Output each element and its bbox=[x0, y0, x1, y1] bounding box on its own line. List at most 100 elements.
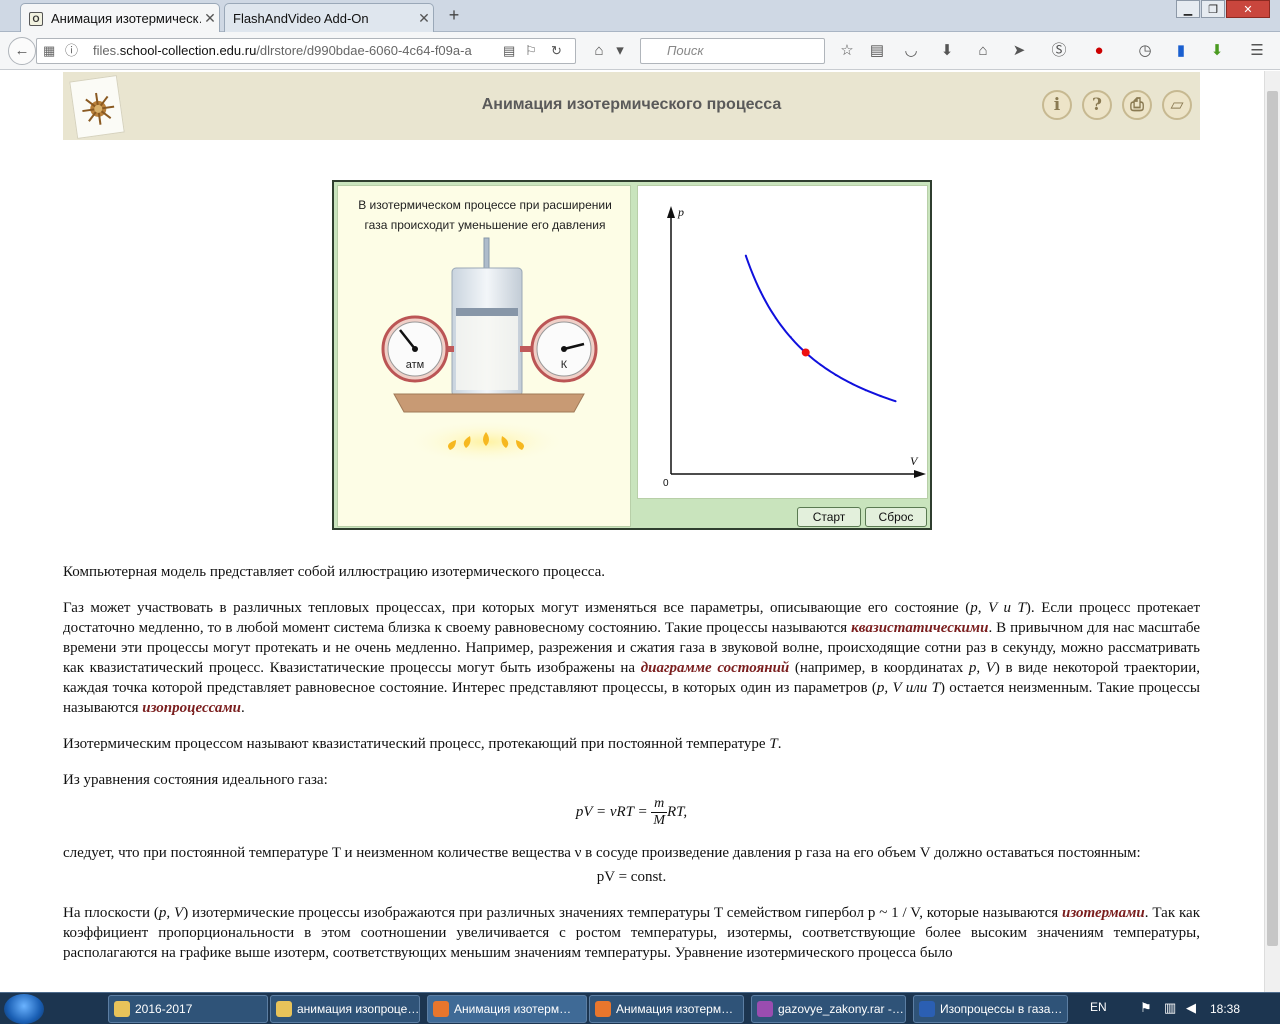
navigation-bar: ← ▦ ⓘ files.school-collection.edu.ru/dlr… bbox=[0, 32, 1280, 90]
pocket-icon[interactable]: ◡ bbox=[898, 38, 924, 64]
adblock-icon[interactable]: ● bbox=[1086, 38, 1112, 64]
network-icon[interactable]: ▥ bbox=[1164, 1000, 1176, 1016]
maximize-icon[interactable]: ❐ bbox=[1201, 0, 1225, 18]
text: Газ может участвовать в различных теплов… bbox=[63, 600, 971, 616]
scrollbar-thumb[interactable] bbox=[1267, 91, 1278, 946]
term-link-diagram[interactable]: диаграмме состояний bbox=[641, 660, 790, 676]
language-indicator[interactable]: EN bbox=[1090, 1000, 1107, 1014]
print-icon[interactable]: ⎙ bbox=[1122, 90, 1152, 120]
var-t: T bbox=[769, 736, 778, 752]
url-bar[interactable]: ▦ ⓘ files.school-collection.edu.ru/dlrst… bbox=[36, 38, 576, 64]
history-icon[interactable]: ◷ bbox=[1132, 38, 1158, 64]
reset-button[interactable]: Сброс bbox=[865, 507, 927, 527]
start-button[interactable]: Старт bbox=[797, 507, 861, 527]
article: Компьютерная модель представляет собой и… bbox=[63, 562, 1200, 979]
current-state-marker bbox=[801, 348, 810, 357]
taskbar-item[interactable]: gazovye_zakony.rar -… bbox=[751, 995, 906, 1023]
paragraph-isotherms: На плоскости (p, V) изотермические проце… bbox=[63, 903, 1200, 963]
download-icon[interactable]: ⬇ bbox=[934, 38, 960, 64]
taskbar-item[interactable]: 2016-2017 bbox=[108, 995, 268, 1023]
flag-icon[interactable]: ⚑ bbox=[1140, 1000, 1152, 1016]
piston bbox=[456, 308, 518, 316]
isotherm-point bbox=[834, 374, 837, 377]
text: Изотермическим процессом называют квазис… bbox=[63, 736, 770, 752]
home-page-icon[interactable]: ⌂ bbox=[970, 38, 996, 64]
formula-left: pV = νRT = bbox=[575, 803, 652, 820]
formula-right: RT, bbox=[667, 803, 688, 820]
reload-icon[interactable]: ↻ bbox=[551, 39, 562, 63]
term-link-isotherms[interactable]: изотермами bbox=[1062, 905, 1145, 921]
bookmarks-list-icon[interactable]: ▤ bbox=[864, 38, 890, 64]
tab-label: Анимация изотермическ… bbox=[51, 11, 201, 26]
text: . bbox=[240, 700, 245, 716]
clock[interactable]: 18:38 bbox=[1210, 1002, 1240, 1016]
download-helper-icon[interactable]: ⬇ bbox=[1204, 38, 1230, 64]
term-link-isoprocess[interactable]: изопроцессами bbox=[142, 700, 241, 716]
taskbar-label: gazovye_zakony.rar -… bbox=[778, 1002, 904, 1016]
close-tab-icon[interactable]: ✕ bbox=[415, 10, 433, 27]
x-axis-label: V bbox=[910, 454, 919, 468]
star-icon[interactable]: ☆ bbox=[834, 38, 860, 64]
taskbar-label: 2016-2017 bbox=[135, 1002, 193, 1016]
gauge-unit-k: К bbox=[561, 359, 568, 371]
folder-icon bbox=[276, 1001, 292, 1017]
pressure-gauge bbox=[381, 315, 449, 383]
window-close-icon[interactable]: ✕ bbox=[1226, 0, 1270, 18]
send-icon[interactable]: ➤ bbox=[1006, 38, 1032, 64]
thermometer-gauge bbox=[530, 315, 598, 383]
minimize-icon[interactable]: ▁ bbox=[1176, 0, 1200, 18]
taskbar-item[interactable]: Изопроцессы в газа… bbox=[913, 995, 1068, 1023]
winrar-icon bbox=[757, 1001, 773, 1017]
y-axis-arrow bbox=[667, 206, 675, 218]
new-tab-icon[interactable]: + bbox=[444, 5, 464, 27]
help-icon[interactable]: ? bbox=[1082, 90, 1112, 120]
tab-flash-addon[interactable]: FlashAndVideo Add-On ✕ bbox=[224, 3, 434, 32]
taskbar-label: Анимация изотерм… bbox=[454, 1002, 572, 1016]
isothermal-animation: В изотермическом процессе при расширении… bbox=[332, 180, 932, 530]
chevron-down-icon[interactable]: ▾ bbox=[612, 38, 628, 64]
back-icon[interactable]: ← bbox=[8, 37, 36, 65]
taskbar-item[interactable]: Анимация изотерм… bbox=[427, 995, 587, 1023]
url-path: /dlrstore/d990bdae-6060-4c64-f09a-a bbox=[256, 43, 472, 58]
isotherm-point bbox=[744, 254, 747, 257]
isotherm-line bbox=[744, 255, 896, 403]
taskbar-label: Изопроцессы в газа… bbox=[940, 1002, 1063, 1016]
folder-icon bbox=[114, 1001, 130, 1017]
isotherm-point bbox=[864, 389, 867, 392]
info-icon[interactable]: i bbox=[1042, 90, 1072, 120]
pv-const-formula: pV = const. bbox=[596, 869, 667, 885]
grid-icon[interactable]: ▦ bbox=[43, 39, 55, 63]
book-icon[interactable]: ▱ bbox=[1162, 90, 1192, 120]
apparatus-illustration: атм К bbox=[381, 237, 598, 464]
site-info-icon[interactable]: ⓘ bbox=[65, 39, 78, 63]
home-icon[interactable]: ⌂ bbox=[586, 38, 612, 64]
page-header: Анимация изотермического процесса i ? ⎙ … bbox=[63, 72, 1200, 140]
pv-chart: p V 0 bbox=[663, 205, 926, 489]
tab-label: FlashAndVideo Add-On bbox=[233, 10, 369, 26]
reader-view-icon[interactable]: ▤ bbox=[503, 39, 515, 63]
s-extension-icon[interactable]: Ⓢ bbox=[1046, 38, 1072, 64]
y-axis-label: p bbox=[677, 205, 684, 219]
paragraph-intro: Компьютерная модель представляет собой и… bbox=[63, 564, 606, 580]
ideal-gas-formula: pV = νRT = m M RT, bbox=[63, 796, 1200, 829]
vertical-scrollbar[interactable] bbox=[1264, 71, 1280, 992]
close-tab-icon[interactable]: ✕ bbox=[201, 10, 219, 27]
isotherm-point bbox=[849, 382, 852, 385]
term-link-quasistatic[interactable]: квазистатическими bbox=[851, 620, 988, 636]
paragraph-quasistatic: Газ может участвовать в различных теплов… bbox=[63, 598, 1200, 718]
start-button-icon[interactable] bbox=[4, 994, 44, 1024]
taskbar-item[interactable]: Анимация изотерм… bbox=[589, 995, 744, 1023]
bookmark-page-icon[interactable]: ⚐ bbox=[525, 39, 537, 63]
search-input[interactable]: Поиск bbox=[640, 38, 825, 64]
vars: p, V или T bbox=[876, 680, 940, 696]
stand bbox=[393, 393, 585, 413]
word-icon bbox=[919, 1001, 935, 1017]
menu-icon[interactable]: ☰ bbox=[1244, 38, 1270, 64]
page-title: Анимация изотермического процесса bbox=[481, 96, 782, 113]
volume-icon[interactable]: ◀ bbox=[1186, 1000, 1196, 1016]
paragraph-constant: следует, что при постоянной температуре … bbox=[63, 845, 1141, 861]
tab-animation[interactable]: O Анимация изотермическ… ✕ bbox=[20, 3, 220, 33]
firefox-icon bbox=[595, 1001, 611, 1017]
extension-icon[interactable]: ▮ bbox=[1168, 38, 1194, 64]
taskbar-item[interactable]: анимация изопроце… bbox=[270, 995, 420, 1023]
